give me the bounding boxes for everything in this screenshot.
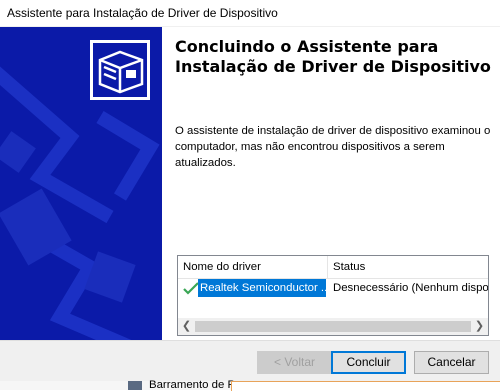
- title-bar[interactable]: Assistente para Instalação de Driver de …: [0, 0, 500, 27]
- scroll-right-icon[interactable]: ❯: [471, 318, 488, 335]
- window-title: Assistente para Instalação de Driver de …: [7, 6, 278, 20]
- background-window-strip: Barramento de P: [0, 379, 500, 391]
- cancel-button[interactable]: Cancelar: [414, 351, 489, 374]
- wizard-banner: [0, 27, 162, 340]
- wizard-footer: < Voltar Concluir Cancelar: [0, 341, 500, 381]
- driver-name-cell: Realtek Semiconductor ...: [198, 279, 326, 297]
- finish-button[interactable]: Concluir: [331, 351, 406, 374]
- wizard-heading: Concluindo o Assistente para Instalação …: [175, 37, 495, 77]
- checkmark-icon: [183, 280, 199, 296]
- heading-line-1: Concluindo o Assistente para: [175, 37, 439, 56]
- column-header-driver-name[interactable]: Nome do driver: [178, 256, 328, 278]
- horizontal-scrollbar[interactable]: ❮ ❯: [178, 318, 488, 335]
- heading-line-2: Instalação de Driver de Dispositivo: [175, 57, 491, 76]
- device-box-icon: [90, 40, 150, 100]
- table-row[interactable]: Realtek Semiconductor ... Desnecessário …: [178, 279, 488, 297]
- column-header-status[interactable]: Status: [328, 256, 488, 278]
- driver-status-cell: Desnecessário (Nenhum dispositi: [333, 282, 488, 294]
- driver-list-header: Nome do driver Status: [178, 256, 488, 279]
- scrollbar-thumb[interactable]: [195, 321, 471, 332]
- scroll-left-icon[interactable]: ❮: [178, 318, 195, 335]
- wizard-description: O assistente de instalação de driver de …: [175, 125, 491, 169]
- background-tree-item: Barramento de P: [149, 379, 236, 391]
- driver-list[interactable]: Nome do driver Status Realtek Semiconduc…: [177, 255, 489, 336]
- device-category-icon: [128, 381, 142, 390]
- back-button[interactable]: < Voltar: [257, 351, 332, 374]
